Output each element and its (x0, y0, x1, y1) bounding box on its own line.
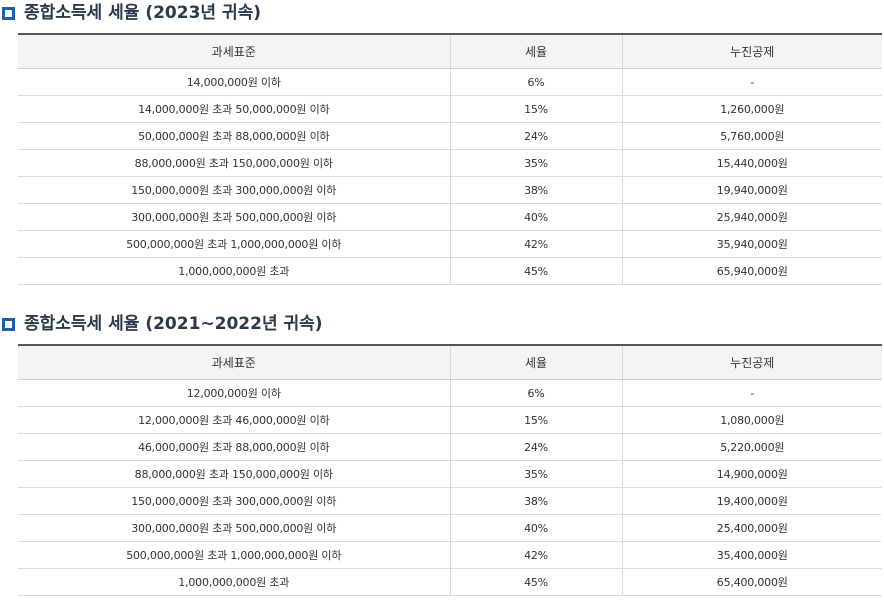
deduction-cell: 5,760,000원 (621, 122, 882, 150)
deduction-cell: 19,940,000원 (621, 176, 882, 204)
deduction-cell: 25,400,000원 (621, 514, 882, 542)
deduction-cell: 19,400,000원 (621, 487, 882, 515)
column-header-tax-base: 과세표준 (18, 345, 450, 380)
column-header-tax-rate: 세율 (449, 34, 622, 69)
tax-base-cell: 50,000,000원 초과 88,000,000원 이하 (18, 122, 450, 150)
table-row: 12,000,000원 초과 46,000,000원 이하 15% 1,080,00… (18, 406, 882, 434)
tax-base-cell: 12,000,000원 초과 46,000,000원 이하 (18, 406, 450, 434)
column-header-deduction: 누진공제 (621, 34, 882, 69)
tax-rate-cell: 38% (449, 176, 622, 204)
tax-base-cell: 14,000,000원 초과 50,000,000원 이하 (18, 95, 450, 123)
deduction-cell: 25,940,000원 (621, 203, 882, 231)
tax-rate-cell: 45% (449, 568, 622, 596)
deduction-cell: 35,940,000원 (621, 230, 882, 258)
column-header-deduction: 누진공제 (621, 345, 882, 380)
deduction-cell: 1,260,000원 (621, 95, 882, 123)
table-row: 150,000,000원 초과 300,000,000원 이하 38% 19,940… (18, 176, 882, 204)
tax-base-cell: 150,000,000원 초과 300,000,000원 이하 (18, 176, 450, 204)
table-row: 300,000,000원 초과 500,000,000원 이하 40% 25,400… (18, 514, 882, 542)
tax-rate-cell: 45% (449, 257, 622, 285)
tax-rate-cell: 6% (449, 379, 622, 407)
table-row: 1,000,000,000원 초과 45% 65,400,000원 (18, 568, 882, 596)
table-header-row: 과세표준 세율 누진공제 (18, 34, 882, 69)
tax-rate-cell: 6% (449, 68, 622, 96)
tax-rate-cell: 35% (449, 460, 622, 488)
tax-base-cell: 500,000,000원 초과 1,000,000,000원 이하 (18, 230, 450, 258)
tax-base-cell: 150,000,000원 초과 300,000,000원 이하 (18, 487, 450, 515)
tax-rate-cell: 35% (449, 149, 622, 177)
table-row: 46,000,000원 초과 88,000,000원 이하 24% 5,220,00… (18, 433, 882, 461)
tax-rate-cell: 24% (449, 122, 622, 150)
deduction-cell: 14,900,000원 (621, 460, 882, 488)
tax-rate-table-2021-2022: 과세표준 세율 누진공제 12,000,000원 이하 6% - 12,000,00… (18, 344, 882, 596)
deduction-cell: 65,400,000원 (621, 568, 882, 596)
tax-rate-cell: 15% (449, 95, 622, 123)
tax-base-cell: 46,000,000원 초과 88,000,000원 이하 (18, 433, 450, 461)
tax-rate-cell: 40% (449, 203, 622, 231)
deduction-cell: - (621, 68, 882, 96)
tax-rate-cell: 42% (449, 541, 622, 569)
tax-base-cell: 500,000,000원 초과 1,000,000,000원 이하 (18, 541, 450, 569)
table-row: 500,000,000원 초과 1,000,000,000원 이하 42% 35,4… (18, 541, 882, 569)
tax-rate-cell: 42% (449, 230, 622, 258)
tax-rate-cell: 15% (449, 406, 622, 434)
square-bullet-icon (2, 6, 15, 20)
deduction-cell: - (621, 379, 882, 407)
tax-base-cell: 12,000,000원 이하 (18, 379, 450, 407)
table-row: 14,000,000원 이하 6% - (18, 68, 882, 96)
tax-base-cell: 300,000,000원 초과 500,000,000원 이하 (18, 514, 450, 542)
table-row: 88,000,000원 초과 150,000,000원 이하 35% 15,440,… (18, 149, 882, 177)
table-row: 150,000,000원 초과 300,000,000원 이하 38% 19,400… (18, 487, 882, 515)
table-row: 50,000,000원 초과 88,000,000원 이하 24% 5,760,00… (18, 122, 882, 150)
square-bullet-icon (2, 317, 15, 331)
tax-base-cell: 300,000,000원 초과 500,000,000원 이하 (18, 203, 450, 231)
table-row: 300,000,000원 초과 500,000,000원 이하 40% 25,940… (18, 203, 882, 231)
table-row: 88,000,000원 초과 150,000,000원 이하 35% 14,900,… (18, 460, 882, 488)
tax-base-cell: 1,000,000,000원 초과 (18, 568, 450, 596)
tax-base-cell: 88,000,000원 초과 150,000,000원 이하 (18, 149, 450, 177)
table-row: 1,000,000,000원 초과 45% 65,940,000원 (18, 257, 882, 285)
table-header-row: 과세표준 세율 누진공제 (18, 345, 882, 380)
tax-base-cell: 14,000,000원 이하 (18, 68, 450, 96)
table-row: 14,000,000원 초과 50,000,000원 이하 15% 1,260,00… (18, 95, 882, 123)
deduction-cell: 35,400,000원 (621, 541, 882, 569)
section-title: 종합소득세 세율 (2023년 귀속) (24, 3, 262, 23)
tax-rate-cell: 40% (449, 514, 622, 542)
table-row: 500,000,000원 초과 1,000,000,000원 이하 42% 35,9… (18, 230, 882, 258)
tax-rate-cell: 24% (449, 433, 622, 461)
deduction-cell: 65,940,000원 (621, 257, 882, 285)
deduction-cell: 1,080,000원 (621, 406, 882, 434)
section-title: 종합소득세 세율 (2021~2022년 귀속) (24, 314, 323, 334)
deduction-cell: 5,220,000원 (621, 433, 882, 461)
table-row: 12,000,000원 이하 6% - (18, 379, 882, 407)
tax-base-cell: 1,000,000,000원 초과 (18, 257, 450, 285)
column-header-tax-base: 과세표준 (18, 34, 450, 69)
deduction-cell: 15,440,000원 (621, 149, 882, 177)
column-header-tax-rate: 세율 (449, 345, 622, 380)
tax-rate-table-2023: 과세표준 세율 누진공제 14,000,000원 이하 6% - 14,000,00… (18, 33, 882, 285)
tax-base-cell: 88,000,000원 초과 150,000,000원 이하 (18, 460, 450, 488)
tax-rate-cell: 38% (449, 487, 622, 515)
